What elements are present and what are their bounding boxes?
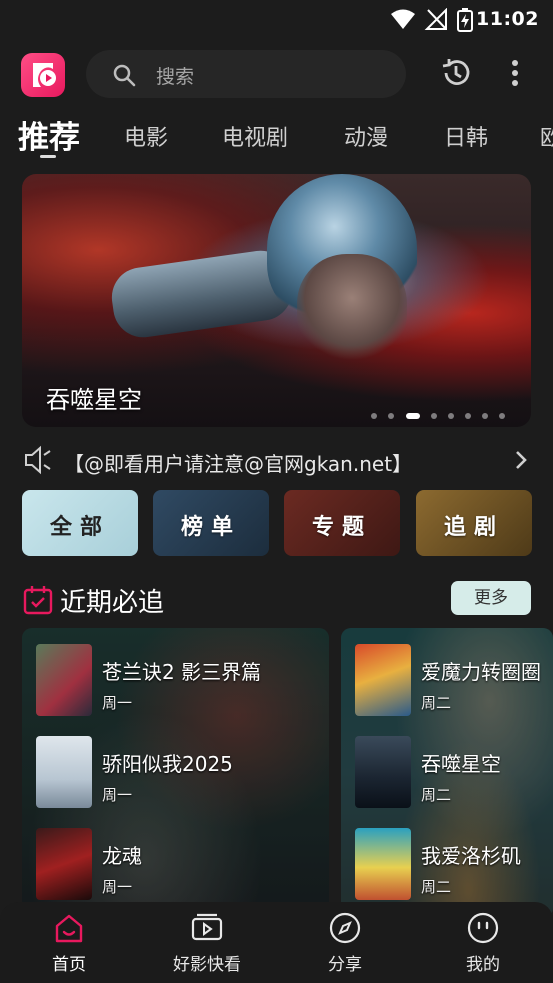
nav-profile[interactable]: 我的 xyxy=(428,902,538,983)
poster-thumbnail xyxy=(355,644,411,716)
tab-japan-korea[interactable]: 日韩 xyxy=(444,120,488,152)
page-dot xyxy=(464,413,471,419)
tab-movies[interactable]: 电影 xyxy=(124,120,168,152)
air-day: 周一 xyxy=(102,878,133,896)
all-button[interactable]: 全部 xyxy=(22,490,138,556)
show-title: 我爱洛杉矶 xyxy=(421,844,521,868)
home-icon xyxy=(55,914,83,943)
hero-banner[interactable]: 吞噬星空 xyxy=(22,174,531,427)
search-icon xyxy=(113,64,136,87)
list-item[interactable]: 爱魔力转圈圈 周二 xyxy=(355,644,553,718)
tab-anime[interactable]: 动漫 xyxy=(344,120,388,152)
nav-quick-watch[interactable]: 好影快看 xyxy=(152,902,262,983)
poster-thumbnail xyxy=(36,828,92,900)
list-item[interactable]: 吞噬星空 周二 xyxy=(355,736,553,810)
schedule-card-monday: 苍兰诀2 影三界篇 周一 骄阳似我2025 周一 龙魂 周一 xyxy=(22,628,329,918)
show-title: 苍兰诀2 影三界篇 xyxy=(102,660,262,684)
top-bar: 搜索 xyxy=(0,48,553,100)
banner-art xyxy=(297,254,407,364)
page-dot xyxy=(499,413,505,419)
nav-home-label: 首页 xyxy=(52,955,86,975)
page-dot xyxy=(447,413,454,419)
calendar-check-icon xyxy=(23,586,53,615)
app-logo[interactable] xyxy=(21,53,65,97)
category-buttons: 全部 榜单 专题 追剧 xyxy=(0,490,553,556)
show-title: 骄阳似我2025 xyxy=(102,752,233,776)
page-dot xyxy=(371,413,378,419)
status-bar: 11:02 xyxy=(0,0,553,40)
smiley-icon xyxy=(467,912,499,944)
chevron-right-icon xyxy=(516,451,527,469)
page-dot-active xyxy=(405,413,420,419)
poster-thumbnail xyxy=(355,828,411,900)
show-title: 爱魔力转圈圈 xyxy=(421,660,541,684)
page-dot xyxy=(481,413,488,419)
tab-western[interactable]: 欧 xyxy=(540,120,553,152)
no-signal-icon xyxy=(424,8,447,30)
tab-recommend[interactable]: 推荐 xyxy=(18,112,80,157)
battery-charging-icon xyxy=(457,8,473,32)
show-title: 吞噬星空 xyxy=(421,752,501,776)
compass-icon xyxy=(329,912,361,944)
section-title: 近期必追 xyxy=(60,588,165,618)
list-item[interactable]: 骄阳似我2025 周一 xyxy=(36,736,329,810)
notice-text: 【@即看用户请注意@官网gkan.net】 xyxy=(64,452,413,476)
category-tabs: 推荐 电影 电视剧 动漫 日韩 欧 xyxy=(0,108,553,164)
notice-bar[interactable]: 【@即看用户请注意@官网gkan.net】 xyxy=(0,440,553,480)
poster-thumbnail xyxy=(355,736,411,808)
air-day: 周一 xyxy=(102,786,133,804)
tab-indicator xyxy=(40,155,56,158)
topics-button-label: 专题 xyxy=(311,515,372,540)
list-item[interactable]: 我爱洛杉矶 周二 xyxy=(355,828,553,902)
nav-home[interactable]: 首页 xyxy=(14,902,124,983)
ranking-button[interactable]: 榜单 xyxy=(153,490,269,556)
ranking-button-label: 榜单 xyxy=(180,515,241,540)
bottom-navigation: 首页 好影快看 分享 我的 xyxy=(0,902,553,983)
clock: 11:02 xyxy=(476,8,539,30)
topics-button[interactable]: 专题 xyxy=(284,490,400,556)
video-icon xyxy=(191,913,223,941)
poster-thumbnail xyxy=(36,736,92,808)
page-dot xyxy=(430,413,437,419)
schedule-card-tuesday: 爱魔力转圈圈 周二 吞噬星空 周二 我爱洛杉矶 周二 xyxy=(341,628,553,918)
page-dot xyxy=(388,413,395,419)
poster-thumbnail xyxy=(36,644,92,716)
air-day: 周二 xyxy=(421,878,452,896)
banner-pagination xyxy=(365,404,505,423)
follow-button[interactable]: 追剧 xyxy=(416,490,532,556)
nav-share-label: 分享 xyxy=(328,955,362,975)
banner-title: 吞噬星空 xyxy=(46,386,142,414)
nav-profile-label: 我的 xyxy=(466,955,500,975)
logo-icon xyxy=(33,63,56,87)
air-day: 周二 xyxy=(421,786,452,804)
all-button-label: 全部 xyxy=(49,515,110,540)
search-placeholder: 搜索 xyxy=(156,66,195,88)
show-title: 龙魂 xyxy=(102,844,142,868)
wifi-icon xyxy=(391,9,415,29)
section-header: 近期必追 更多 xyxy=(0,578,553,622)
search-bar[interactable]: 搜索 xyxy=(86,50,406,98)
list-item[interactable]: 苍兰诀2 影三界篇 周一 xyxy=(36,644,329,718)
air-day: 周二 xyxy=(421,694,452,712)
more-options-icon[interactable] xyxy=(505,57,525,89)
nav-quick-watch-label: 好影快看 xyxy=(173,955,241,975)
air-day: 周一 xyxy=(102,694,133,712)
speaker-icon xyxy=(25,445,51,475)
more-button[interactable]: 更多 xyxy=(451,581,531,615)
history-icon[interactable] xyxy=(440,57,472,89)
nav-share[interactable]: 分享 xyxy=(290,902,400,983)
tab-tv[interactable]: 电视剧 xyxy=(222,120,288,152)
list-item[interactable]: 龙魂 周一 xyxy=(36,828,329,902)
follow-button-label: 追剧 xyxy=(443,515,504,540)
